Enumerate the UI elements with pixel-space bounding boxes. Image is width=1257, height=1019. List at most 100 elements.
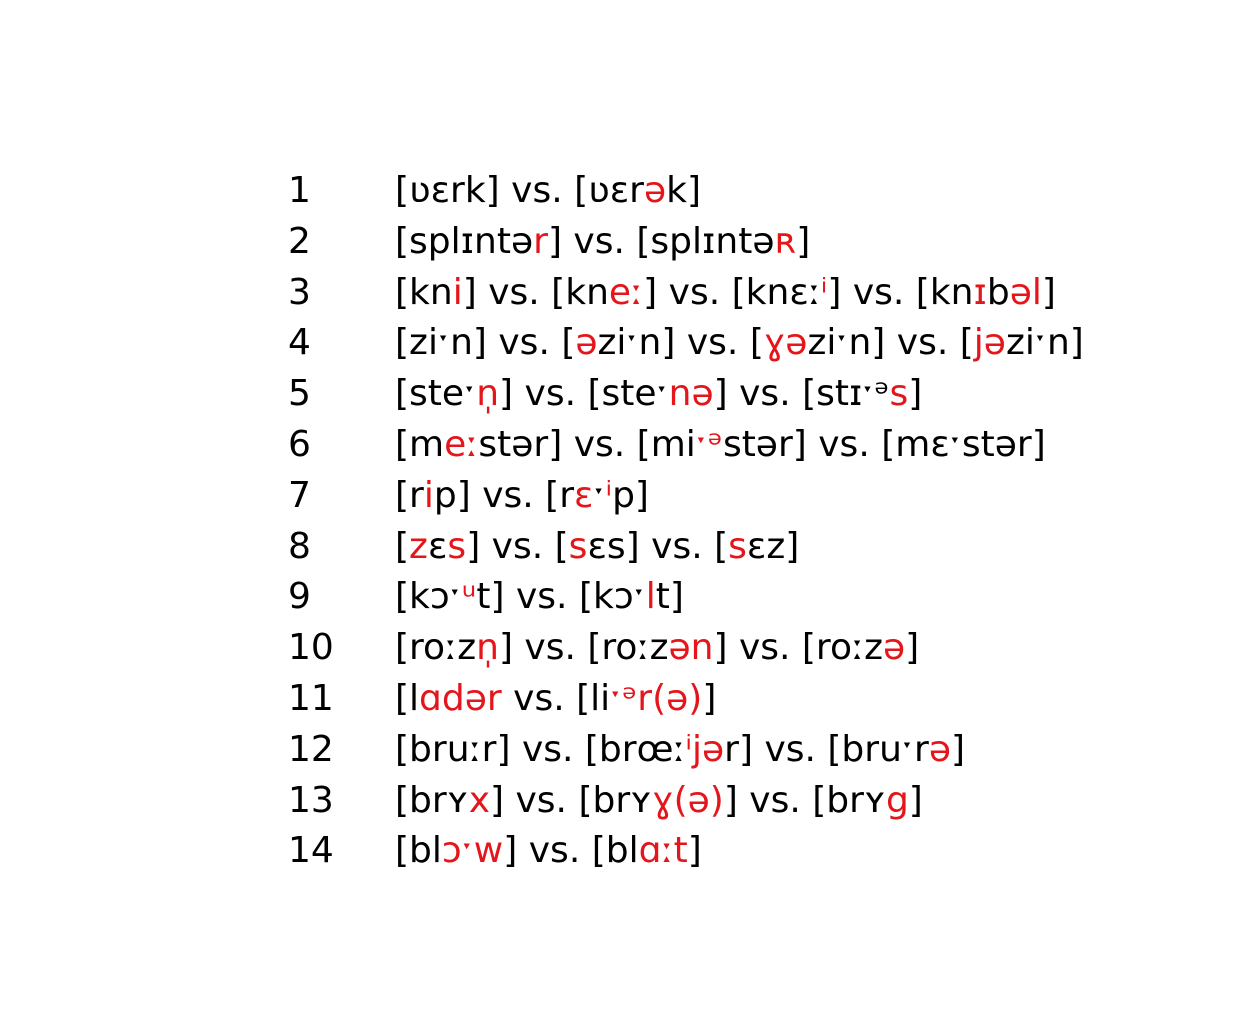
segment: [kɔˑ [578,576,646,618]
highlighted-segment: ɣ(ə) [652,779,724,821]
segment: [roːz [587,627,669,669]
highlighted-segment: i [452,271,463,313]
highlighted-segment: ⁱjə [685,728,725,770]
segment: ] [702,677,717,719]
segment: ] [498,627,513,669]
segment: ] [643,271,658,313]
transcription: [steˑn̩] vs. [steˑnə] vs. [stɪˑᵊs] [395,369,922,419]
segment: ] [905,627,920,669]
segment: [knɛː [731,271,821,313]
segment: ] [796,220,811,262]
segment: b [986,271,1010,313]
segment: ɛz] [746,525,800,567]
highlighted-segment: ᵘ [461,576,477,618]
segment: [ziˑn] [395,322,487,364]
segment: [steˑ [587,373,669,415]
row-number: 13 [288,779,334,821]
segment: ] [462,271,477,313]
segment: ] [723,779,738,821]
highlighted-segment: g [885,779,909,821]
segment: [ [395,525,410,567]
segment: [brʏ [395,779,469,821]
segment: vs. [504,576,579,618]
segment: t] [655,576,684,618]
highlighted-segment: s [568,525,588,567]
segment: [l [395,677,420,719]
segment: [mi [636,423,696,465]
segment: ] [908,779,923,821]
segment: vs. [512,627,588,669]
highlighted-segment: s [889,373,909,415]
segment: [bl [591,830,639,872]
segment: vs. [727,373,803,415]
segment: [ʋɛrk] [395,170,500,211]
transcription: [zɛs] vs. [sɛs] vs. [sɛz] [395,522,799,572]
row-number: 8 [288,525,311,567]
segment: [li [576,677,611,719]
transcription: [meːstər] vs. [miˑᵊstər] vs. [mɛˑstər] [395,420,1046,470]
segment: vs. [476,271,552,313]
segment: [ [714,525,729,567]
segment: [ [959,322,974,364]
segment: vs. [513,373,588,415]
transcription: [lɑdər vs. [liˑᵊr(ə)] [395,674,716,724]
segment: ziˑn] [597,322,676,364]
row-number: 3 [288,271,311,313]
transcription: [brʏx] vs. [brʏɣ(ə)] vs. [brʏg] [395,776,923,826]
transcription: [ʋɛrk] vs. [ʋɛrək] [395,166,701,216]
segment: ˑ [593,474,606,516]
segment: ] [908,373,923,415]
row-number: 4 [288,322,311,364]
segment: vs. [885,322,960,364]
highlighted-segment: ɑdər [419,677,502,719]
transcription: [kni] vs. [kneː] vs. [knɛːⁱ] vs. [knɪbəl… [395,268,1056,318]
highlighted-segment: ə [883,627,906,669]
segment: [steˑ [395,373,477,415]
segment: [splɪntə [636,220,775,262]
highlighted-segment: eː [444,423,479,465]
segment: ] [547,220,562,262]
segment: stər] [722,423,807,465]
segment: vs. [504,779,579,821]
segment: vs. [517,830,592,872]
segment: vs. [501,677,577,719]
segment: vs. [727,627,802,669]
segment: [ʋɛr [574,170,644,211]
transcription: [roːzn̩] vs. [roːzən] vs. [roːzə] [395,623,919,673]
segment: ] [687,830,702,872]
highlighted-segment: ɔˑw [441,830,504,872]
highlighted-segment: s [447,525,467,567]
segment: vs. [561,220,637,262]
highlighted-segment: r [533,220,548,262]
transcription: [kɔˑᵘt] vs. [kɔˑlt] [395,572,684,622]
segment: [kn [395,271,453,313]
segment: ] [503,830,518,872]
highlighted-segment: ɛ [574,474,594,516]
segment: ɛs] [587,525,640,567]
segment: stər] [478,423,563,465]
segment: vs. [510,728,585,770]
segment: [mɛˑstər] [881,423,1046,465]
segment: ] [713,627,728,669]
segment: [bruˑr [827,728,929,770]
segment: vs. [562,423,637,465]
segment: k] [666,170,702,211]
segment: vs. [486,322,562,364]
highlighted-segment: eː [608,271,644,313]
row-number: 9 [288,576,311,618]
highlighted-segment: n̩ [476,373,500,415]
row-number: 2 [288,220,311,262]
segment: [roːz [395,627,477,669]
segment: [stɪˑᵊ [802,373,890,415]
segment: [brœː [584,728,686,770]
row-number: 14 [288,830,334,872]
segment: vs. [753,728,828,770]
segment: [kɔˑ [395,576,462,618]
row-number: 1 [288,170,311,211]
segment: ] [827,271,842,313]
row-number: 11 [288,677,334,719]
segment: vs. [675,322,750,364]
transcription: [blɔˑw] vs. [blɑːt] [395,826,702,876]
row-number: 5 [288,373,311,415]
highlighted-segment: ə [928,728,951,770]
